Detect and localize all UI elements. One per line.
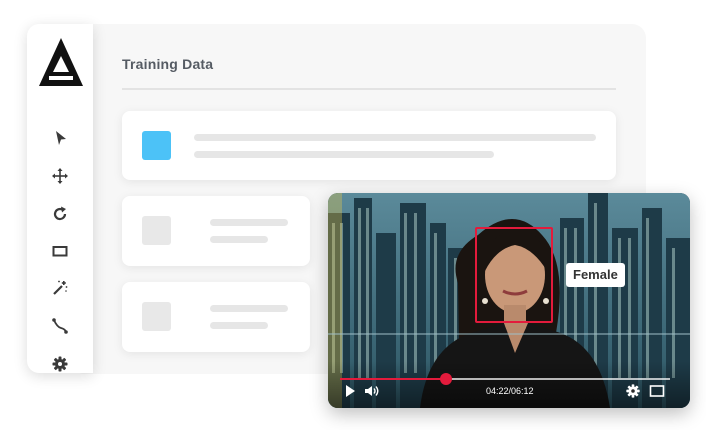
magic-wand-tool[interactable]	[48, 276, 72, 300]
face-bounding-box[interactable]	[475, 227, 553, 323]
card-thumbnail	[142, 216, 171, 245]
card-text-placeholder	[210, 236, 268, 243]
rotate-icon	[53, 206, 67, 221]
progress-bar[interactable]	[340, 373, 670, 385]
rectangle-tool[interactable]	[48, 239, 72, 263]
video-player[interactable]: Female 04:22/06:12	[328, 193, 690, 408]
card-text-placeholder	[210, 219, 288, 226]
panel-divider	[122, 88, 616, 90]
fullscreen-button[interactable]	[649, 383, 665, 399]
move-arrows-icon	[52, 168, 68, 184]
move-tool[interactable]	[48, 164, 72, 188]
annotation-label[interactable]: Female	[566, 263, 625, 287]
rotate-tool[interactable]	[48, 202, 72, 226]
time-display: 04:22/06:12	[486, 386, 534, 396]
data-card[interactable]	[122, 282, 310, 352]
cursor-icon	[56, 131, 66, 145]
volume-icon	[365, 386, 379, 396]
rectangle-icon	[52, 246, 68, 257]
card-text-placeholder	[194, 151, 494, 158]
play-icon	[346, 385, 355, 397]
card-text-placeholder	[210, 305, 288, 312]
progress-knob[interactable]	[439, 373, 452, 385]
card-text-placeholder	[210, 322, 268, 329]
annotation-toolbar	[27, 24, 93, 373]
data-card[interactable]	[122, 196, 310, 266]
data-card-selected[interactable]	[122, 111, 616, 180]
panel-title: Training Data	[122, 56, 214, 72]
polyline-icon	[52, 318, 68, 334]
play-button[interactable]	[342, 383, 358, 399]
card-text-placeholder	[194, 134, 596, 141]
card-thumbnail	[142, 131, 171, 160]
volume-button[interactable]	[364, 383, 380, 399]
select-tool[interactable]	[48, 126, 72, 150]
magic-wand-icon	[53, 280, 68, 295]
polyline-tool[interactable]	[48, 314, 72, 338]
screen-icon	[649, 385, 665, 397]
settings-tool[interactable]	[48, 352, 72, 376]
triangle-logo	[39, 38, 83, 86]
video-settings-button[interactable]	[625, 383, 641, 399]
gear-icon	[52, 356, 68, 372]
gear-icon	[626, 384, 640, 398]
progress-fill	[340, 378, 446, 380]
card-thumbnail	[142, 302, 171, 331]
